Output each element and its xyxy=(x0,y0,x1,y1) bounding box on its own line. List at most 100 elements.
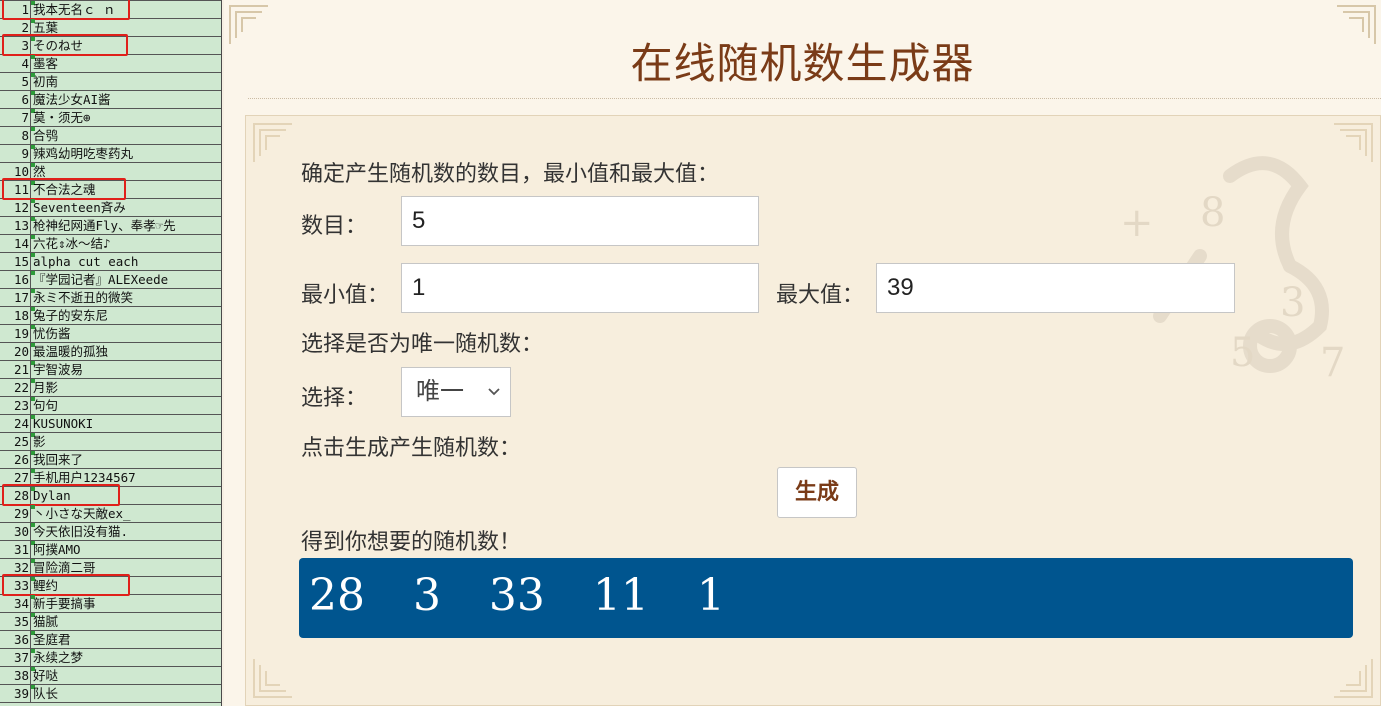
table-row: 19 忧伤酱 xyxy=(0,325,221,343)
table-row: 26 我回来了 xyxy=(0,451,221,469)
row-number: 12 xyxy=(0,199,31,216)
row-name: 新手要搞事 xyxy=(33,596,96,611)
table-row: 11 不合法之魂 xyxy=(0,178,221,200)
table-row: 22 月影 xyxy=(0,379,221,397)
count-label: 数目： xyxy=(301,214,368,239)
page-title: 在线随机数生成器 xyxy=(630,39,975,88)
table-row: 12 Seventeen斉み xyxy=(0,199,221,217)
svg-text:7: 7 xyxy=(1320,340,1345,386)
table-row: 25 影 xyxy=(0,433,221,451)
table-row: 29 丶小さな天敵ex_ xyxy=(0,505,221,523)
table-row: 31 阿撲AMO xyxy=(0,541,221,559)
result-numbers: 28 3 33 11 1 xyxy=(309,570,725,621)
table-row: 21 宇智波易 xyxy=(0,361,221,379)
min-input[interactable]: 1 xyxy=(401,263,759,313)
select-label: 选择： xyxy=(301,386,368,411)
unique-intro-label: 选择是否为唯一随机数： xyxy=(301,332,544,357)
row-number: 7 xyxy=(0,109,31,126)
row-name: 阿撲AMO xyxy=(33,542,81,557)
table-row: 27 手机用户1234567 xyxy=(0,469,221,487)
row-name: Seventeen斉み xyxy=(33,200,126,215)
row-number: 36 xyxy=(0,631,31,648)
row-number: 5 xyxy=(0,73,31,90)
table-row: 37 永续之梦 xyxy=(0,649,221,667)
row-name: 丶小さな天敵ex_ xyxy=(33,506,131,521)
svg-text:3: 3 xyxy=(1280,280,1305,326)
chevron-down-icon xyxy=(488,388,500,396)
row-name: 宇智波易 xyxy=(33,362,84,377)
row-number: 19 xyxy=(0,325,31,342)
row-name: 初南 xyxy=(33,74,59,89)
row-number: 13 xyxy=(0,217,31,234)
table-row: 20 最温暖的孤独 xyxy=(0,343,221,361)
row-number: 20 xyxy=(0,343,31,360)
row-name: 鲤约 xyxy=(33,578,59,593)
row-name: 忧伤酱 xyxy=(33,326,71,341)
row-name: 影 xyxy=(33,434,46,449)
unique-select-value: 唯一 xyxy=(416,378,464,405)
table-row: 9 辣鸡幼明吃枣药丸 xyxy=(0,145,221,163)
table-row: 3 そのねせ xyxy=(0,34,221,56)
row-number: 16 xyxy=(0,271,31,288)
row-name: 五葉 xyxy=(33,20,59,35)
row-name: 『学园记者』ALEXeede xyxy=(33,272,169,287)
row-number: 6 xyxy=(0,91,31,108)
row-number: 15 xyxy=(0,253,31,270)
row-number: 34 xyxy=(0,595,31,612)
row-name: そのねせ xyxy=(33,38,84,53)
table-row: 28 Dylan xyxy=(0,484,221,506)
row-number: 32 xyxy=(0,559,31,576)
row-name: 我本无名ｃ ｎ xyxy=(33,2,116,17)
generator-form: 8 3 7 5 + × 确定产生随机数的数目，最小值和最大值： 数目： 5 最小… xyxy=(245,115,1381,706)
row-number: 17 xyxy=(0,289,31,306)
row-name: 最温暖的孤独 xyxy=(33,344,109,359)
row-name: 魔法少女AI酱 xyxy=(33,92,111,107)
main-panel: 在线随机数生成器 8 3 7 5 + × xyxy=(224,0,1381,706)
row-number: 28 xyxy=(0,487,31,504)
row-name: KUSUNOKI xyxy=(33,416,94,431)
row-name: alpha cut each xyxy=(33,254,139,269)
corner-ornament-icon xyxy=(253,659,292,698)
corner-ornament-icon xyxy=(1334,123,1373,162)
table-row: 10 然 xyxy=(0,163,221,181)
table-row: 8 合鸮 xyxy=(0,127,221,145)
row-number: 37 xyxy=(0,649,31,666)
table-row: 6 魔法少女AI酱 xyxy=(0,91,221,109)
row-name: 兔子的安东尼 xyxy=(33,308,109,323)
row-number: 8 xyxy=(0,127,31,144)
table-row: 15 alpha cut each xyxy=(0,253,221,271)
row-number: 24 xyxy=(0,415,31,432)
row-number: 22 xyxy=(0,379,31,396)
table-row: 13 枪神纪网通Fly、奉孝☞先 xyxy=(0,217,221,235)
row-number: 30 xyxy=(0,523,31,540)
table-row: 36 圣庭君 xyxy=(0,631,221,649)
table-row: 30 今天依旧没有猫. xyxy=(0,523,221,541)
result-box: 28 3 33 11 1 xyxy=(299,558,1353,638)
row-name: 今天依旧没有猫. xyxy=(33,524,129,539)
table-row: 2 五葉 xyxy=(0,19,221,37)
table-row: 4 墨客 xyxy=(0,55,221,73)
table-row: 24 KUSUNOKI xyxy=(0,415,221,433)
row-name: 墨客 xyxy=(33,56,59,71)
row-number: 39 xyxy=(0,685,31,702)
row-name: 枪神纪网通Fly、奉孝☞先 xyxy=(33,218,176,233)
row-name: 猫腻 xyxy=(33,614,59,629)
row-name: 永ミ不逝丑的微笑 xyxy=(33,290,134,305)
row-number: 10 xyxy=(0,163,31,180)
row-number: 1 xyxy=(0,1,31,18)
row-number: 18 xyxy=(0,307,31,324)
row-name: 好哒 xyxy=(33,668,59,683)
table-row: 23 句句 xyxy=(0,397,221,415)
row-name: 辣鸡幼明吃枣药丸 xyxy=(33,146,134,161)
title-divider xyxy=(248,98,1381,99)
generate-button[interactable]: 生成 xyxy=(777,467,857,518)
row-name: 队长 xyxy=(33,686,59,701)
max-input[interactable]: 39 xyxy=(876,263,1235,313)
unique-select[interactable]: 唯一 xyxy=(401,367,511,417)
count-input[interactable]: 5 xyxy=(401,196,759,246)
table-row: 33 鲤约 xyxy=(0,574,221,596)
table-row: 32 冒险滴二哥 xyxy=(0,559,221,577)
table-row: 35 猫腻 xyxy=(0,613,221,631)
row-number: 11 xyxy=(0,181,31,198)
table-row: 7 莫・须无⊕ xyxy=(0,109,221,127)
